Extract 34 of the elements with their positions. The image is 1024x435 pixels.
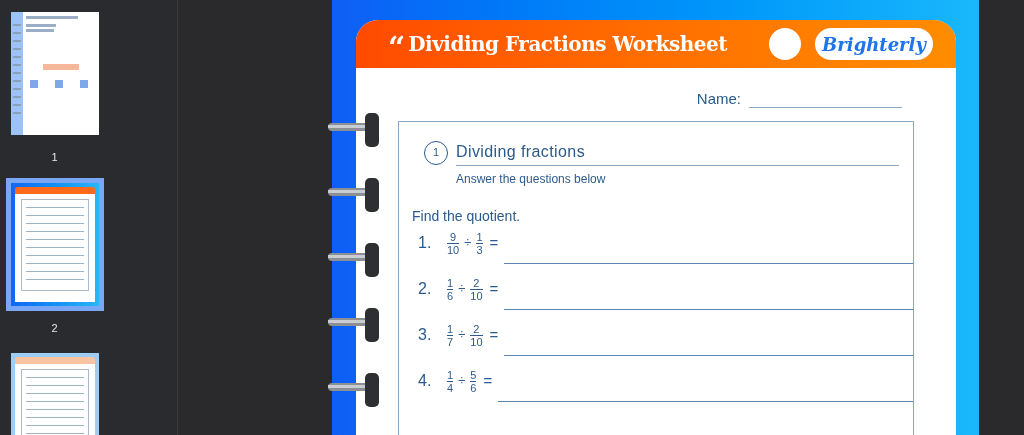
equals-sign: = xyxy=(489,232,499,253)
name-label: Name: xyxy=(696,89,741,109)
quote-mark: “ xyxy=(388,33,406,63)
answer-line[interactable] xyxy=(498,400,913,402)
section-title: Dividing fractions xyxy=(456,139,899,166)
answer-line[interactable] xyxy=(504,262,913,264)
fraction: 1 3 xyxy=(476,230,483,256)
answer-line[interactable] xyxy=(504,308,913,310)
fraction: 1 4 xyxy=(447,368,454,394)
logo: Brighterly xyxy=(815,28,933,60)
worksheet-title: Dividing Fractions Worksheet xyxy=(408,31,727,58)
equals-sign: = xyxy=(489,324,499,345)
divide-sign: ÷ xyxy=(458,326,466,345)
question-number: 2. xyxy=(418,278,433,299)
fraction: 2 10 xyxy=(470,322,483,348)
divide-sign: ÷ xyxy=(458,372,466,391)
fraction: 1 7 xyxy=(447,322,454,348)
question-number: 1. xyxy=(418,232,433,253)
fraction: 5 6 xyxy=(470,368,477,394)
instruction: Find the quotient. xyxy=(412,206,522,226)
divide-sign: ÷ xyxy=(458,280,466,299)
fraction: 1 6 xyxy=(447,276,454,302)
page-number: 1 xyxy=(51,150,58,165)
divide-sign: ÷ xyxy=(464,234,472,253)
equals-sign: = xyxy=(489,278,499,299)
question-number: 4. xyxy=(418,370,433,391)
section-subtitle: Answer the questions below xyxy=(456,170,607,188)
name-fill-in-line[interactable] xyxy=(749,106,902,108)
question-number: 3. xyxy=(418,324,433,345)
equals-sign: = xyxy=(483,370,493,391)
fraction: 2 10 xyxy=(470,276,483,302)
fraction: 9 10 xyxy=(447,230,460,256)
page-number: 2 xyxy=(51,320,58,336)
answer-line[interactable] xyxy=(504,354,913,356)
